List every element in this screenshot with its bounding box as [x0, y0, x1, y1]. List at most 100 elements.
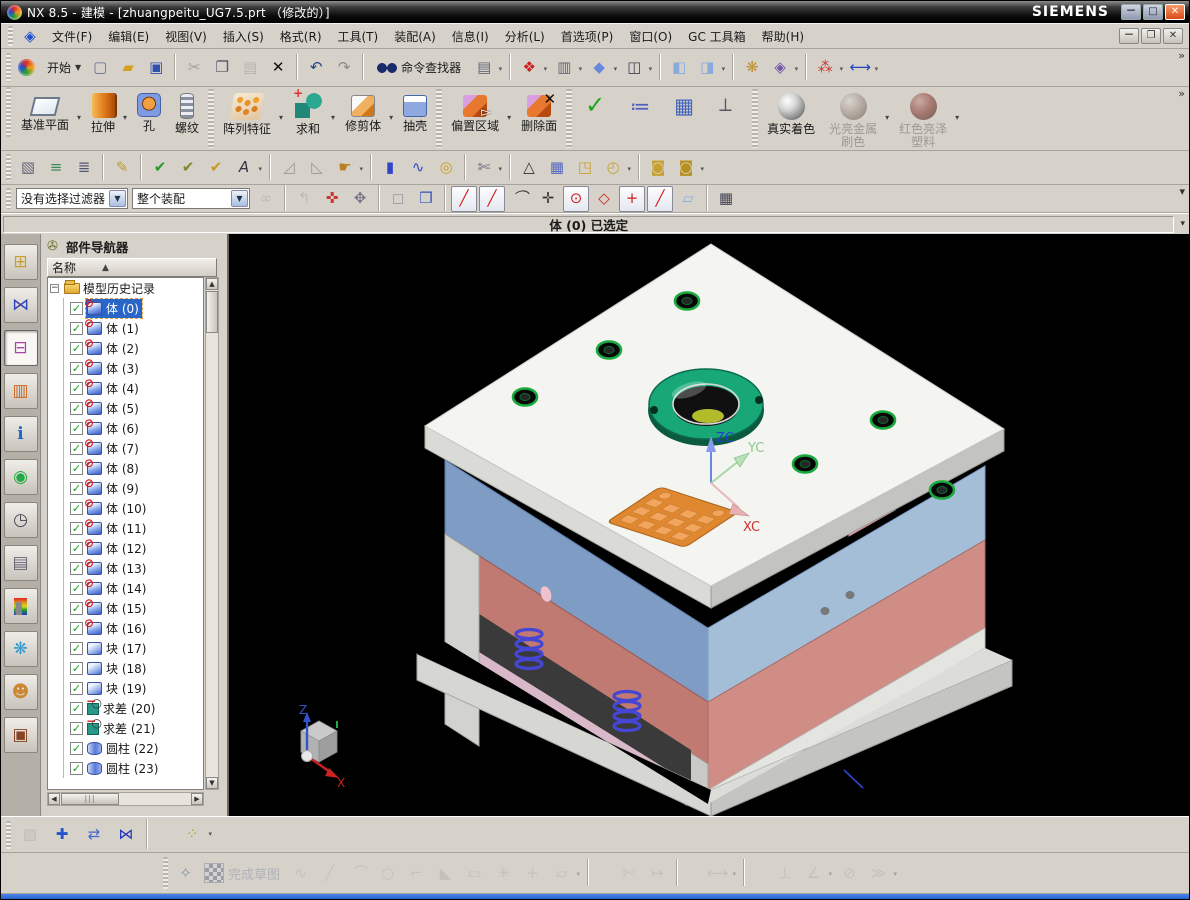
checkbox-icon[interactable] — [70, 361, 83, 375]
toolbar-icon[interactable] — [585, 858, 613, 886]
draft-2-icon[interactable]: ◺ — [304, 155, 330, 181]
quick-extend-icon[interactable]: ↦ — [644, 860, 671, 887]
toolbar-grip[interactable] — [6, 154, 11, 181]
start-button[interactable]: 开始 ▼ — [42, 56, 86, 79]
toolbar-icon[interactable] — [368, 153, 374, 180]
overflow-chevron[interactable]: ▾ — [1179, 185, 1185, 198]
extrude-button[interactable]: 拉伸 — [84, 88, 130, 149]
reuse-library-button[interactable]: ▥ — [3, 373, 38, 409]
snap-on-curve-icon[interactable]: ╱ — [647, 185, 673, 212]
assembly-constraints-icon[interactable]: ⋈ — [111, 820, 141, 850]
toolbar-icon[interactable] — [636, 153, 642, 180]
open-icon[interactable]: ▰ — [115, 55, 141, 81]
hole-button[interactable]: 孔 — [130, 88, 168, 149]
pattern-feature-button[interactable]: 阵列特征 — [216, 88, 286, 149]
spring-icon[interactable]: ∿ — [405, 155, 431, 181]
art-palette-icon[interactable]: ❋ — [739, 55, 765, 81]
overflow-chevron[interactable]: ▾ — [1180, 219, 1185, 229]
title-bar[interactable]: NX 8.5 - 建模 - [zhuangpeitu_UG7.5.prt （修改… — [1, 1, 1189, 23]
tree-item[interactable]: 体 (0) — [48, 296, 203, 319]
grid-icon[interactable]: ▦ — [713, 186, 739, 212]
tree-item[interactable]: 体 (12) — [48, 536, 203, 558]
snap-endpoint-icon[interactable]: ╱ — [451, 185, 477, 212]
toolbar-icon[interactable] — [267, 153, 273, 180]
bright-metal-button[interactable]: 光亮金属 刷色 — [822, 88, 892, 149]
move-component-icon[interactable]: ⇄ — [79, 820, 109, 850]
mdi-minimize-button[interactable]: － — [1119, 28, 1139, 44]
checkbox-icon[interactable] — [70, 601, 83, 615]
pick-hand-icon[interactable]: ☛ — [332, 155, 363, 181]
toolbar-icon[interactable] — [100, 153, 106, 180]
menu-item[interactable]: 信息(I) — [444, 25, 497, 48]
assembly-navigator-button[interactable]: ⊞ — [3, 244, 38, 280]
toolbar-icon[interactable] — [144, 818, 174, 849]
checkbox-icon[interactable] — [70, 761, 83, 775]
scroll-left-icon[interactable]: ◀ — [48, 793, 60, 805]
scrollbar-thumb[interactable] — [206, 291, 218, 333]
toolbar-icon[interactable] — [138, 153, 144, 180]
save-icon[interactable]: ▣ — [143, 55, 169, 81]
toolbar-grip[interactable] — [163, 857, 168, 889]
undo-icon[interactable]: ↶ — [303, 55, 329, 81]
note-tag-icon[interactable]: ✎ — [109, 155, 135, 181]
vertical-scrollbar[interactable]: ▲ ▼ — [205, 277, 219, 790]
layer-settings-icon[interactable]: ≣ — [71, 155, 97, 181]
menu-item[interactable]: 文件(F) — [44, 25, 100, 48]
menu-item[interactable]: 编辑(E) — [100, 25, 157, 48]
table-triangle-icon[interactable]: ▦ — [544, 155, 570, 181]
render-style-icon[interactable]: ▥ — [551, 55, 582, 81]
toolbar-icon[interactable] — [657, 53, 664, 80]
menu-item[interactable]: 视图(V) — [157, 25, 215, 48]
visual-effects-button[interactable]: ❋ — [3, 631, 38, 667]
scroll-up-icon[interactable]: ▲ — [206, 278, 218, 290]
toolbar-grip[interactable] — [6, 52, 11, 83]
datum-plane-button[interactable]: 基准平面 — [14, 88, 84, 149]
new-section-icon[interactable]: ◨ — [694, 55, 725, 81]
menu-item[interactable]: 分析(L) — [497, 25, 553, 48]
add-component-icon[interactable]: ✚ — [47, 820, 77, 850]
chamfer-icon[interactable]: ◣ — [432, 860, 459, 887]
true-shading-button[interactable]: 真实着色 — [760, 88, 822, 149]
snap-intersection-icon[interactable]: ✛ — [535, 186, 561, 212]
measure-icon[interactable]: ⟷ — [847, 55, 878, 81]
fit-view-icon[interactable]: ❖ — [516, 55, 547, 81]
menu-item[interactable]: 窗口(O) — [621, 25, 680, 48]
checkbox-icon[interactable] — [70, 701, 83, 715]
checkbox-icon[interactable] — [70, 381, 83, 395]
chevron-down-icon[interactable]: ▼ — [231, 190, 248, 207]
checkbox-icon[interactable] — [70, 401, 83, 415]
draft-1-icon[interactable]: ◿ — [276, 155, 302, 181]
interpart-link-icon[interactable]: ⁂ — [812, 55, 844, 81]
mdi-close-button[interactable]: ✕ — [1163, 28, 1183, 44]
profile-icon[interactable]: ∿ — [287, 860, 314, 887]
toolbar-icon[interactable] — [442, 184, 448, 211]
edit-section-icon[interactable]: ◧ — [666, 55, 692, 81]
cylinder-blue-icon[interactable]: ▮ — [377, 155, 403, 181]
graphics-window[interactable]: ZC YC XC Z X — [229, 234, 1189, 816]
tree-item[interactable]: 体 (1) — [48, 316, 203, 338]
constraint-navigator-button[interactable]: ⋈ — [3, 287, 38, 323]
toolbar-icon[interactable] — [294, 53, 301, 80]
shell-button[interactable]: 抽壳 — [396, 88, 434, 149]
toolbar-icon[interactable] — [282, 184, 288, 211]
checkbox-icon[interactable] — [70, 521, 83, 535]
redo-icon[interactable]: ↷ — [331, 55, 357, 81]
scrollbar-thumb[interactable]: ||| — [61, 793, 119, 805]
checkbox-icon[interactable] — [70, 341, 83, 355]
layer-stack-icon[interactable]: ≡ — [43, 155, 69, 181]
book-blue-icon[interactable]: ❒ — [413, 186, 439, 212]
nx-swirl-icon[interactable] — [15, 55, 41, 81]
feature-list-button[interactable] — [618, 88, 662, 149]
checkbox-icon[interactable] — [70, 561, 83, 575]
perpendicular-icon[interactable]: ⊥ — [771, 860, 798, 887]
red-plastic-button[interactable]: 红色亮泽 塑料 — [892, 88, 962, 149]
menu-item[interactable]: GC 工具箱 — [680, 25, 754, 48]
tree-item[interactable]: 体 (7) — [48, 436, 203, 458]
tree-item[interactable]: 体 (5) — [48, 396, 203, 418]
toolbar-icon[interactable] — [507, 53, 514, 80]
angle-icon[interactable]: ∠ — [800, 860, 832, 887]
unclip-icon[interactable]: ✄ — [471, 155, 502, 181]
nx-menu-icon[interactable]: ◈ — [17, 23, 43, 49]
binoc-gray-icon[interactable]: ∞ — [253, 186, 279, 212]
shaded-cube-icon[interactable]: ◆ — [586, 55, 617, 81]
